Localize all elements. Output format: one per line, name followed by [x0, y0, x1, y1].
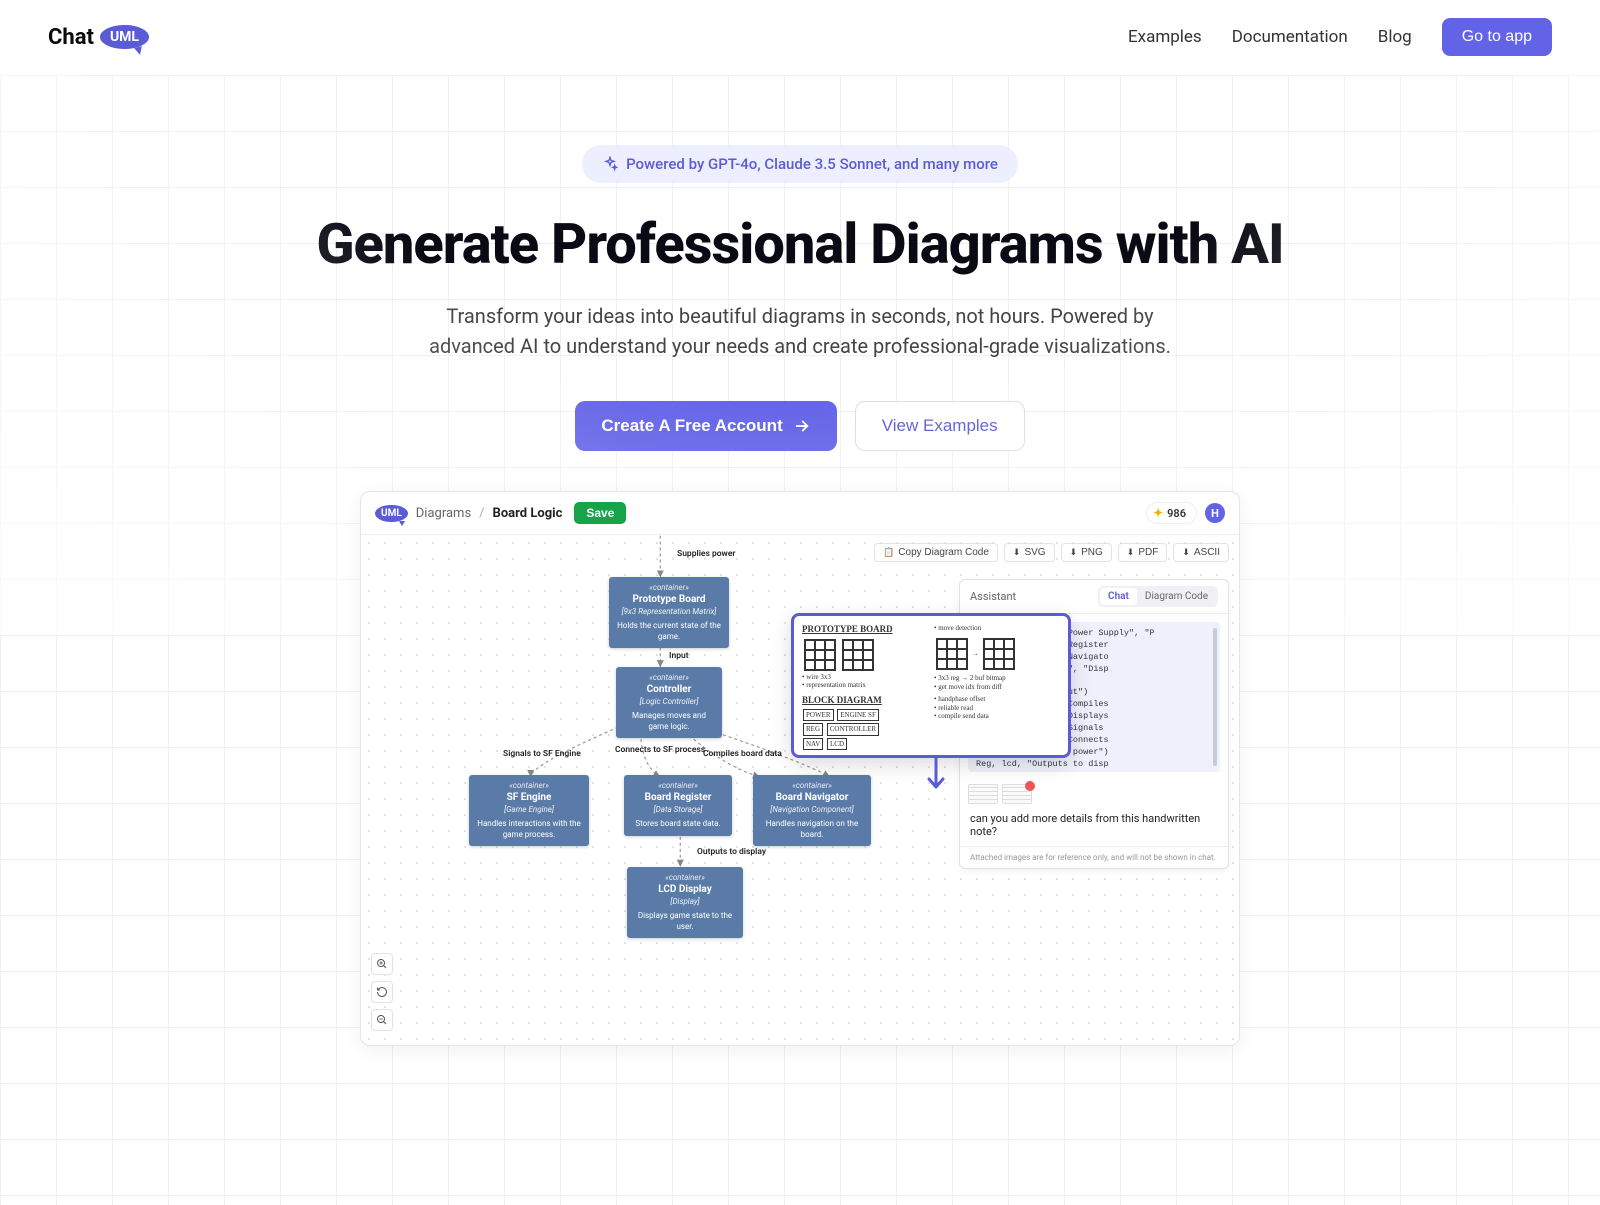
zoom-in-button[interactable] — [371, 953, 393, 975]
app-logo-icon: UML — [375, 505, 408, 522]
tab-diagram-code[interactable]: Diagram Code — [1137, 588, 1216, 605]
main-nav: Chat UML Examples Documentation Blog Go … — [0, 0, 1600, 75]
export-ascii-button[interactable]: ⬇ASCII — [1173, 543, 1229, 562]
download-icon: ⬇ — [1013, 547, 1021, 558]
node-board-register[interactable]: «container» Board Register [Data Storage… — [624, 775, 732, 836]
remove-attachment-icon[interactable] — [1025, 781, 1035, 791]
app-header: UML Diagrams / Board Logic Save ✦ 986 H — [361, 492, 1239, 535]
attachment-thumbnails — [960, 780, 1228, 808]
logo-text: Chat — [48, 25, 94, 50]
save-button[interactable]: Save — [574, 502, 626, 524]
nav-link-blog[interactable]: Blog — [1378, 27, 1412, 47]
edge-label: Supplies power — [677, 549, 735, 559]
avatar[interactable]: H — [1205, 503, 1225, 523]
export-toolbar: 📋Copy Diagram Code ⬇SVG ⬇PNG ⬇PDF ⬇ASCII — [874, 543, 1229, 562]
node-prototype-board[interactable]: «container» Prototype Board [9x3 Represe… — [609, 577, 729, 648]
page-title: Generate Professional Diagrams with AI — [0, 211, 1600, 277]
breadcrumb-root[interactable]: Diagrams — [416, 506, 471, 521]
copy-icon: 📋 — [883, 547, 894, 558]
credits-icon: ✦ — [1153, 506, 1163, 520]
logo[interactable]: Chat UML — [48, 25, 149, 50]
attachment-thumb[interactable] — [1002, 784, 1032, 804]
export-svg-button[interactable]: ⬇SVG — [1004, 543, 1055, 562]
assistant-title: Assistant — [970, 590, 1016, 603]
page-subtitle: Transform your ideas into beautiful diag… — [420, 301, 1180, 361]
sparkle-icon — [602, 156, 618, 172]
badge-text: Powered by GPT-4o, Claude 3.5 Sonnet, an… — [626, 155, 998, 173]
download-icon: ⬇ — [1182, 547, 1190, 558]
breadcrumb-current: Board Logic — [493, 506, 563, 521]
breadcrumb-sep: / — [479, 506, 484, 521]
node-sf-engine[interactable]: «container» SF Engine [Game Engine] Hand… — [469, 775, 589, 846]
edge-label: Outputs to display — [697, 847, 766, 857]
assistant-header: Assistant Chat Diagram Code — [960, 580, 1228, 614]
download-icon: ⬇ — [1127, 547, 1135, 558]
export-pdf-button[interactable]: ⬇PDF — [1118, 543, 1168, 562]
zoom-out-button[interactable] — [371, 1009, 393, 1031]
cta-row: Create A Free Account View Examples — [0, 401, 1600, 451]
copy-code-button[interactable]: 📋Copy Diagram Code — [874, 543, 998, 562]
nav-link-documentation[interactable]: Documentation — [1232, 27, 1348, 47]
create-account-label: Create A Free Account — [601, 416, 782, 436]
zoom-controls — [371, 953, 393, 1031]
handwritten-note-overlay: PROTOTYPE BOARD • wire 3x3 • representat… — [791, 613, 1071, 758]
attachment-thumb[interactable] — [968, 784, 998, 804]
nav-link-examples[interactable]: Examples — [1128, 27, 1202, 47]
node-lcd-display[interactable]: «container» LCD Display [Display] Displa… — [627, 867, 743, 938]
create-account-button[interactable]: Create A Free Account — [575, 401, 836, 451]
credits-badge[interactable]: ✦ 986 — [1146, 502, 1197, 524]
tab-chat[interactable]: Chat — [1100, 588, 1137, 605]
app-canvas[interactable]: 📋Copy Diagram Code ⬇SVG ⬇PNG ⬇PDF ⬇ASCII — [361, 535, 1239, 1045]
edge-label: Connects to SF process — [615, 745, 705, 755]
user-message: can you add more details from this handw… — [960, 808, 1228, 846]
node-board-navigator[interactable]: «container» Board Navigator [Navigation … — [753, 775, 871, 846]
hero-section: Powered by GPT-4o, Claude 3.5 Sonnet, an… — [0, 75, 1600, 1205]
zoom-reset-button[interactable] — [371, 981, 393, 1003]
edge-label: Signals to SF Engine — [503, 749, 581, 759]
powered-by-badge: Powered by GPT-4o, Claude 3.5 Sonnet, an… — [582, 145, 1018, 183]
download-icon: ⬇ — [1070, 547, 1078, 558]
edge-label: Input — [669, 651, 689, 661]
assistant-footer-note: Attached images are for reference only, … — [960, 846, 1228, 868]
assistant-tabs: Chat Diagram Code — [1098, 586, 1218, 607]
node-controller[interactable]: «container» Controller [Logic Controller… — [616, 667, 722, 738]
nav-links: Examples Documentation Blog Go to app — [1128, 18, 1552, 56]
arrow-right-icon — [793, 417, 811, 435]
app-preview-card: UML Diagrams / Board Logic Save ✦ 986 H … — [360, 491, 1240, 1046]
credits-value: 986 — [1167, 507, 1186, 520]
view-examples-button[interactable]: View Examples — [855, 401, 1025, 451]
edge-label: Compiles board data — [703, 749, 782, 759]
export-png-button[interactable]: ⬇PNG — [1061, 543, 1112, 562]
note-arrow-icon — [921, 757, 951, 797]
go-to-app-button[interactable]: Go to app — [1442, 18, 1552, 56]
logo-bubble: UML — [100, 25, 149, 49]
